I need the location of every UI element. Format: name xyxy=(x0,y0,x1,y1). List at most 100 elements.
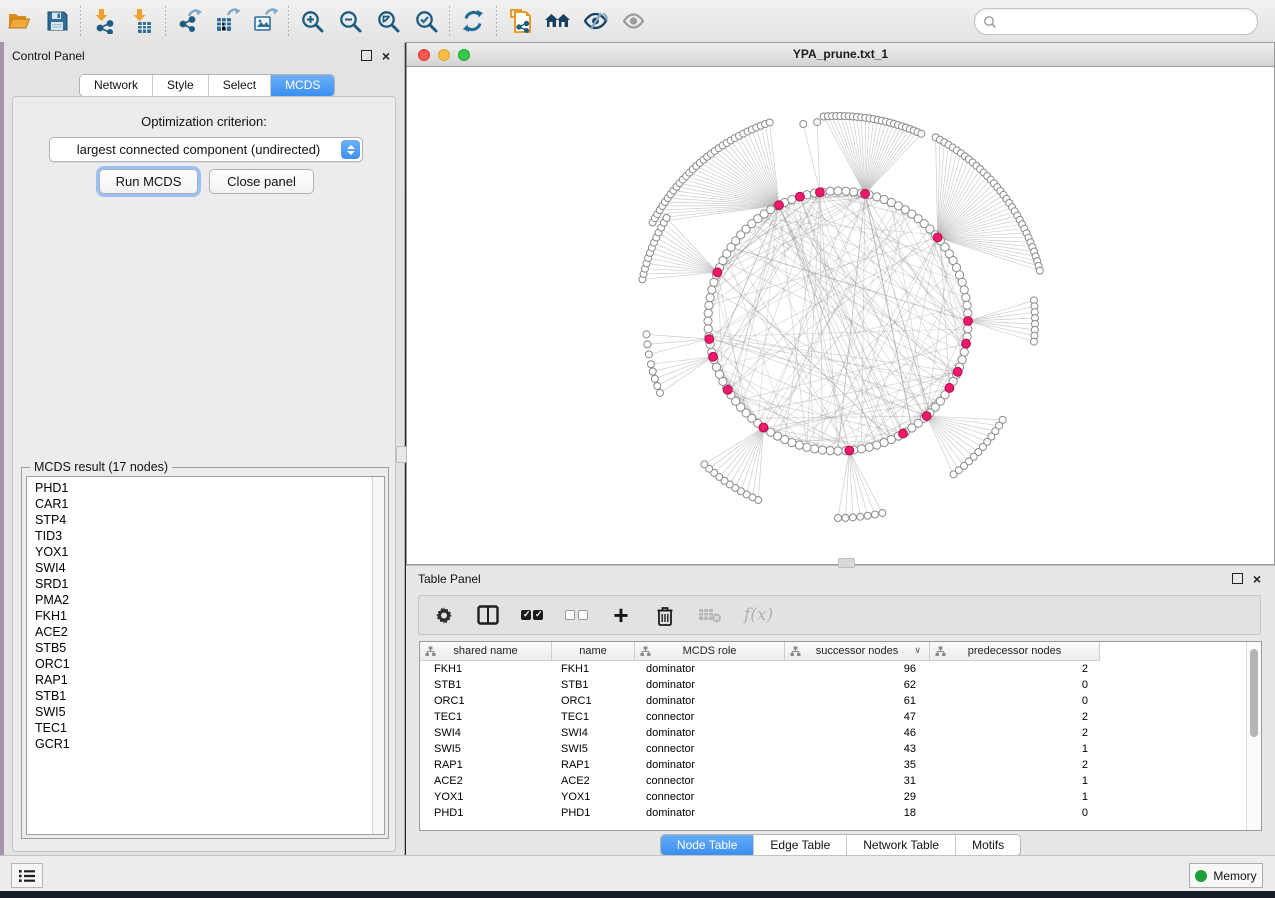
mcds-result-item[interactable]: ACE2 xyxy=(27,624,372,640)
mcds-result-item[interactable]: CAR1 xyxy=(27,496,372,512)
table-mode-button[interactable] xyxy=(433,602,455,628)
mcds-node[interactable] xyxy=(816,188,825,197)
apply-layout-button[interactable] xyxy=(454,4,492,38)
network-node[interactable] xyxy=(834,447,842,455)
network-node[interactable] xyxy=(656,389,663,396)
column-header-predecessor-nodes[interactable]: predecessor nodes xyxy=(930,642,1100,661)
table-cell[interactable]: PHD1 xyxy=(420,805,552,821)
network-window-titlebar[interactable]: YPA_prune.txt_1 xyxy=(407,43,1274,67)
table-cell[interactable]: SWI5 xyxy=(420,741,552,757)
network-node[interactable] xyxy=(800,121,807,128)
network-node[interactable] xyxy=(647,361,654,368)
table-cell[interactable]: 29 xyxy=(785,789,930,805)
table-row[interactable]: TEC1TEC1connector472 xyxy=(420,709,1100,725)
table-cell[interactable]: YOX1 xyxy=(420,789,552,805)
table-cell[interactable]: dominator xyxy=(635,757,785,773)
zoom-out-button[interactable] xyxy=(331,4,369,38)
mcds-node[interactable] xyxy=(845,446,854,455)
export-image-button[interactable] xyxy=(246,4,284,38)
table-scrollbar[interactable] xyxy=(1246,642,1261,830)
network-node[interactable] xyxy=(857,445,865,453)
mcds-node[interactable] xyxy=(945,384,954,393)
network-node[interactable] xyxy=(1036,267,1043,274)
float-panel-icon[interactable] xyxy=(361,50,372,61)
mcds-result-item[interactable]: SRD1 xyxy=(27,576,372,592)
optimization-criterion-select[interactable]: largest connected component (undirected) xyxy=(49,137,363,162)
network-node[interactable] xyxy=(814,119,821,126)
show-all-button[interactable] xyxy=(615,4,653,38)
tab-motifs[interactable]: Motifs xyxy=(956,835,1020,855)
network-node[interactable] xyxy=(826,187,834,195)
mcds-node[interactable] xyxy=(705,335,714,344)
mcds-node[interactable] xyxy=(899,429,908,438)
table-cell[interactable]: RAP1 xyxy=(552,757,635,773)
table-cell[interactable]: 31 xyxy=(785,773,930,789)
search-input[interactable] xyxy=(997,12,1257,32)
table-cell[interactable]: 1 xyxy=(930,773,1100,789)
new-network-from-selection-button[interactable] xyxy=(501,4,539,38)
table-cell[interactable]: connector xyxy=(635,741,785,757)
mcds-result-item[interactable]: STP4 xyxy=(27,512,372,528)
network-node[interactable] xyxy=(701,461,708,468)
table-cell[interactable]: 2 xyxy=(930,709,1100,725)
network-node[interactable] xyxy=(651,375,658,382)
network-node[interactable] xyxy=(963,301,971,309)
mcds-result-item[interactable]: FKH1 xyxy=(27,608,372,624)
mcds-result-item[interactable]: SWI5 xyxy=(27,704,372,720)
network-node[interactable] xyxy=(704,317,712,325)
network-node[interactable] xyxy=(864,512,871,519)
network-node[interactable] xyxy=(960,286,968,294)
split-view-button[interactable] xyxy=(477,602,499,628)
network-node[interactable] xyxy=(842,514,849,521)
network-node[interactable] xyxy=(964,309,972,317)
network-node[interactable] xyxy=(663,214,670,221)
table-cell[interactable]: ACE2 xyxy=(420,773,552,789)
table-cell[interactable]: 18 xyxy=(785,805,930,821)
network-node[interactable] xyxy=(826,447,834,455)
table-cell[interactable]: TEC1 xyxy=(552,709,635,725)
network-node[interactable] xyxy=(958,278,966,286)
mcds-node[interactable] xyxy=(953,367,962,376)
table-cell[interactable]: 35 xyxy=(785,757,930,773)
network-node[interactable] xyxy=(850,188,858,196)
table-cell[interactable]: 0 xyxy=(930,805,1100,821)
mcds-node[interactable] xyxy=(709,352,718,361)
table-cell[interactable]: STB1 xyxy=(420,677,552,693)
table-cell[interactable]: PHD1 xyxy=(552,805,635,821)
table-cell[interactable]: SWI5 xyxy=(552,741,635,757)
network-node[interactable] xyxy=(644,341,651,348)
mcds-node[interactable] xyxy=(922,412,931,421)
tab-style[interactable]: Style xyxy=(153,75,209,96)
mcds-result-item[interactable]: PMA2 xyxy=(27,592,372,608)
network-node[interactable] xyxy=(834,187,842,195)
select-all-button[interactable] xyxy=(521,602,543,628)
network-node[interactable] xyxy=(842,187,850,195)
column-header-name[interactable]: name xyxy=(552,642,635,661)
network-node[interactable] xyxy=(643,331,650,338)
table-cell[interactable]: dominator xyxy=(635,693,785,709)
mcds-result-item[interactable]: SWI4 xyxy=(27,560,372,576)
tab-edge-table[interactable]: Edge Table xyxy=(754,835,847,855)
export-table-button[interactable] xyxy=(208,4,246,38)
tab-node-table[interactable]: Node Table xyxy=(661,835,755,855)
mcds-node[interactable] xyxy=(964,317,973,326)
table-cell[interactable]: 1 xyxy=(930,789,1100,805)
network-node[interactable] xyxy=(649,368,656,375)
save-session-button[interactable] xyxy=(38,4,76,38)
mcds-list-scrollbar[interactable] xyxy=(372,477,384,834)
tab-network[interactable]: Network xyxy=(80,75,153,96)
mcds-result-item[interactable]: GCR1 xyxy=(27,736,372,752)
export-network-button[interactable] xyxy=(170,4,208,38)
table-cell[interactable]: 96 xyxy=(785,661,930,677)
close-table-panel-icon[interactable]: × xyxy=(1253,574,1261,584)
table-cell[interactable]: ACE2 xyxy=(552,773,635,789)
network-node[interactable] xyxy=(803,443,811,451)
network-node[interactable] xyxy=(849,514,856,521)
mcds-node[interactable] xyxy=(759,423,768,432)
network-node[interactable] xyxy=(865,443,873,451)
tab-network-table[interactable]: Network Table xyxy=(847,835,956,855)
table-row[interactable]: YOX1YOX1connector291 xyxy=(420,789,1100,805)
table-cell[interactable]: 47 xyxy=(785,709,930,725)
mcds-node[interactable] xyxy=(713,268,722,277)
network-node[interactable] xyxy=(879,509,886,516)
